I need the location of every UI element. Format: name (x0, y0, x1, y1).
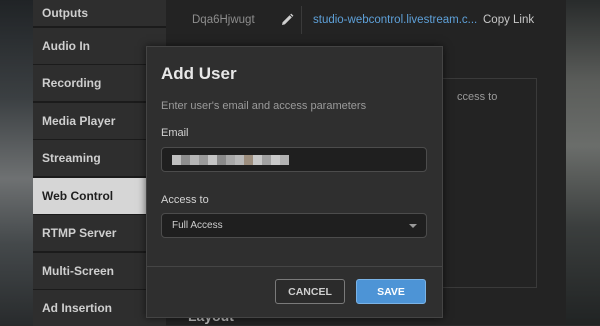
access-selected-value: Full Access (172, 220, 223, 231)
redacted-email-value (172, 155, 289, 165)
copy-link-button[interactable]: Copy Link (483, 14, 534, 26)
sidebar-item-outputs[interactable]: Outputs (33, 0, 166, 26)
sidebar-item-label: Audio In (42, 38, 90, 53)
sidebar-item-label: Streaming (42, 151, 101, 165)
sidebar-item-label: Web Control (42, 188, 114, 203)
pencil-icon[interactable] (280, 13, 294, 27)
sidebar-item-label: Ad Insertion (42, 301, 113, 315)
sidebar-item-label: Multi-Screen (42, 263, 115, 278)
add-user-dialog: Add User Enter user's email and access p… (146, 46, 443, 318)
dialog-divider (147, 266, 442, 267)
web-control-row: Dqa6Hjwugt studio-webcontrol.livestream.… (166, 0, 566, 40)
save-button[interactable]: SAVE (356, 279, 426, 304)
dialog-title: Add User (161, 64, 237, 83)
email-field[interactable] (161, 147, 427, 172)
email-label: Email (161, 127, 189, 139)
access-key: Dqa6Hjwugt (192, 14, 255, 26)
video-preview-right (566, 0, 600, 325)
chevron-down-icon (409, 224, 417, 228)
access-select[interactable]: Full Access (161, 213, 427, 238)
dialog-subtitle: Enter user's email and access parameters (161, 100, 367, 112)
sidebar-item-label: RTMP Server (42, 226, 117, 240)
web-control-link[interactable]: studio-webcontrol.livestream.c... (313, 14, 477, 26)
cancel-button[interactable]: CANCEL (275, 279, 345, 304)
access-label: Access to (161, 194, 209, 206)
table-header-access: ccess to (457, 91, 498, 103)
sidebar-item-label: Recording (42, 76, 102, 90)
sidebar-item-label: Media Player (42, 113, 116, 128)
sidebar-item-label: Outputs (42, 6, 88, 20)
row-divider (301, 6, 302, 34)
video-preview-left (0, 0, 34, 325)
